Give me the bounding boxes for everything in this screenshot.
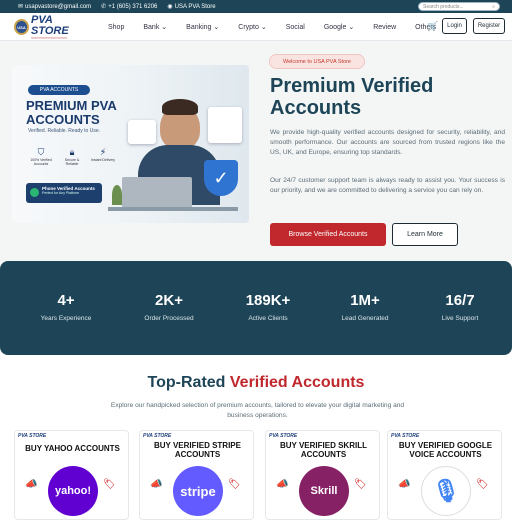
stats-band: 4+ Years Experience 2K+ Order Processed 18… [0,261,512,355]
email-contact[interactable]: ✉ usapvastore@gmail.com [18,3,92,11]
brand-link[interactable]: ◉ USA PVA Store [167,3,216,11]
image-tag: PVA ACCOUNTS [28,85,90,95]
card-logo: PVA STORE [143,433,172,439]
sale-tag-icon: 🏷 [103,479,116,490]
search-input[interactable]: Search products... ⌕ [418,2,500,11]
chevron-down-icon: ⌄ [161,24,168,31]
google-voice-mic-icon: 🎙︎ [421,466,471,516]
image-headline1: PREMIUM PVA [26,98,117,113]
account-panel [128,120,156,144]
bolt-icon: ⚡︎ [99,147,107,157]
search-icon[interactable]: ⌕ [492,4,495,10]
chevron-down-icon: ⌄ [213,24,220,31]
product-card-stripe[interactable]: PVA STORE BUY VERIFIED STRIPE ACCOUNTS 📣… [139,430,254,520]
section-description: Explore our handpicked selection of prem… [110,402,405,419]
card-logo: PVA STORE [18,433,47,439]
register-button[interactable]: Register [473,18,505,34]
search-placeholder: Search products... [423,3,464,10]
phone-icon: ✆ [101,4,107,10]
top-bar: ✉ usapvastore@gmail.com ✆ +1 (605) 371 620… [0,0,512,13]
skrill-logo: Skrill [299,466,349,516]
hero-paragraph-2: Our 24/7 customer support team is always… [270,177,505,194]
site-logo[interactable]: USA PVA STORE ━━━━━━━━━━━━━━━━━━━━ [14,13,88,40]
shield-check-icon: ✓ [204,160,238,196]
stripe-logo: stripe [173,466,223,516]
logo-badge: USA [14,19,29,35]
image-tagline: Verified. Reliable. Ready to Use. [28,128,100,134]
megaphone-icon: 📣 [398,479,411,490]
check-icon [30,188,39,197]
product-card-yahoo[interactable]: PVA STORE BUY YAHOO ACCOUNTS 📣 yahoo! 🏷 [14,430,129,520]
product-card-google-voice[interactable]: PVA STORE BUY VERIFIED GOOGLE VOICE ACCO… [387,430,502,520]
image-feature-2: 🔒︎ Secure & Reliable [59,147,85,166]
image-headline2: ACCOUNTS [26,112,100,127]
logo-underline: ━━━━━━━━━━━━━━━━━━━━ [31,35,68,40]
lock-icon: 🔒︎ [69,147,75,157]
nav-item-crypto[interactable]: Crypto ⌄ [238,23,266,31]
sale-tag-icon: 🏷 [476,479,489,490]
plant-illustration [112,185,122,205]
hero-image: PVA ACCOUNTS PREMIUM PVA ACCOUNTS Verifi… [12,65,249,223]
megaphone-icon: 📣 [25,479,38,490]
card-title: BUY YAHOO ACCOUNTS [25,444,120,453]
email-text: usapvastore@gmail.com [25,3,92,10]
sale-tag-icon: 🏷 [354,479,367,490]
phone-contact[interactable]: ✆ +1 (605) 371 6206 [101,3,158,11]
nav-menu: Shop Bank ⌄ Banking ⌄ Crypto ⌄ Social Go… [108,13,455,41]
verify-panel [208,107,242,143]
product-card-skrill[interactable]: PVA STORE BUY VERIFIED SKRILL ACCOUNTS 📣… [265,430,380,520]
logo-name: PVA STORE [31,13,69,37]
hero-section: PVA ACCOUNTS PREMIUM PVA ACCOUNTS Verifi… [0,41,512,261]
welcome-badge: Welcome to USA PVA Store [269,54,365,69]
phone-verified-box: Phone Verified Accounts Perfect for Any … [26,183,102,203]
brand-link-text: USA PVA Store [174,3,216,10]
image-feature-3: ⚡︎ Instant Delivery [90,147,116,162]
nav-item-shop[interactable]: Shop [108,24,124,31]
card-title: BUY VERIFIED SKRILL ACCOUNTS [280,441,367,459]
nav-item-bank[interactable]: Bank ⌄ [143,23,167,31]
hero-title: Premium Verified Accounts [270,75,434,119]
mail-icon: ✉ [18,4,24,10]
sale-tag-icon: 🏷 [228,479,241,490]
card-title: BUY VERIFIED STRIPE ACCOUNTS [154,441,241,459]
browse-accounts-button[interactable]: Browse Verified Accounts [270,223,386,246]
laptop-illustration [122,177,192,209]
login-button[interactable]: Login [442,18,467,34]
nav-item-review[interactable]: Review [373,24,396,31]
card-logo: PVA STORE [391,433,420,439]
hero-paragraph-1: We provide high-quality verified account… [270,129,505,156]
card-title: BUY VERIFIED GOOGLE VOICE ACCOUNTS [398,441,493,459]
cart-icon[interactable]: 🛒 [427,21,438,32]
card-logo: PVA STORE [269,433,298,439]
yahoo-logo: yahoo! [48,466,98,516]
main-nav: USA PVA STORE ━━━━━━━━━━━━━━━━━━━━ Shop B… [0,13,512,41]
megaphone-icon: 📣 [276,479,289,490]
nav-item-banking[interactable]: Banking ⌄ [186,23,219,31]
learn-more-button[interactable]: Learn More [392,223,458,246]
megaphone-icon: 📣 [150,479,163,490]
nav-item-social[interactable]: Social [286,24,305,31]
image-feature-1: ⛉ 100% Verified Accounts [28,147,54,166]
phone-text: +1 (605) 371 6206 [108,3,158,10]
chevron-down-icon: ⌄ [348,24,355,31]
chevron-down-icon: ⌄ [260,24,267,31]
shield-icon: ⛉ [37,147,45,157]
nav-item-google[interactable]: Google ⌄ [324,23,354,31]
section-title: Top-Rated Verified Accounts [147,374,365,391]
globe-icon: ◉ [167,4,173,10]
